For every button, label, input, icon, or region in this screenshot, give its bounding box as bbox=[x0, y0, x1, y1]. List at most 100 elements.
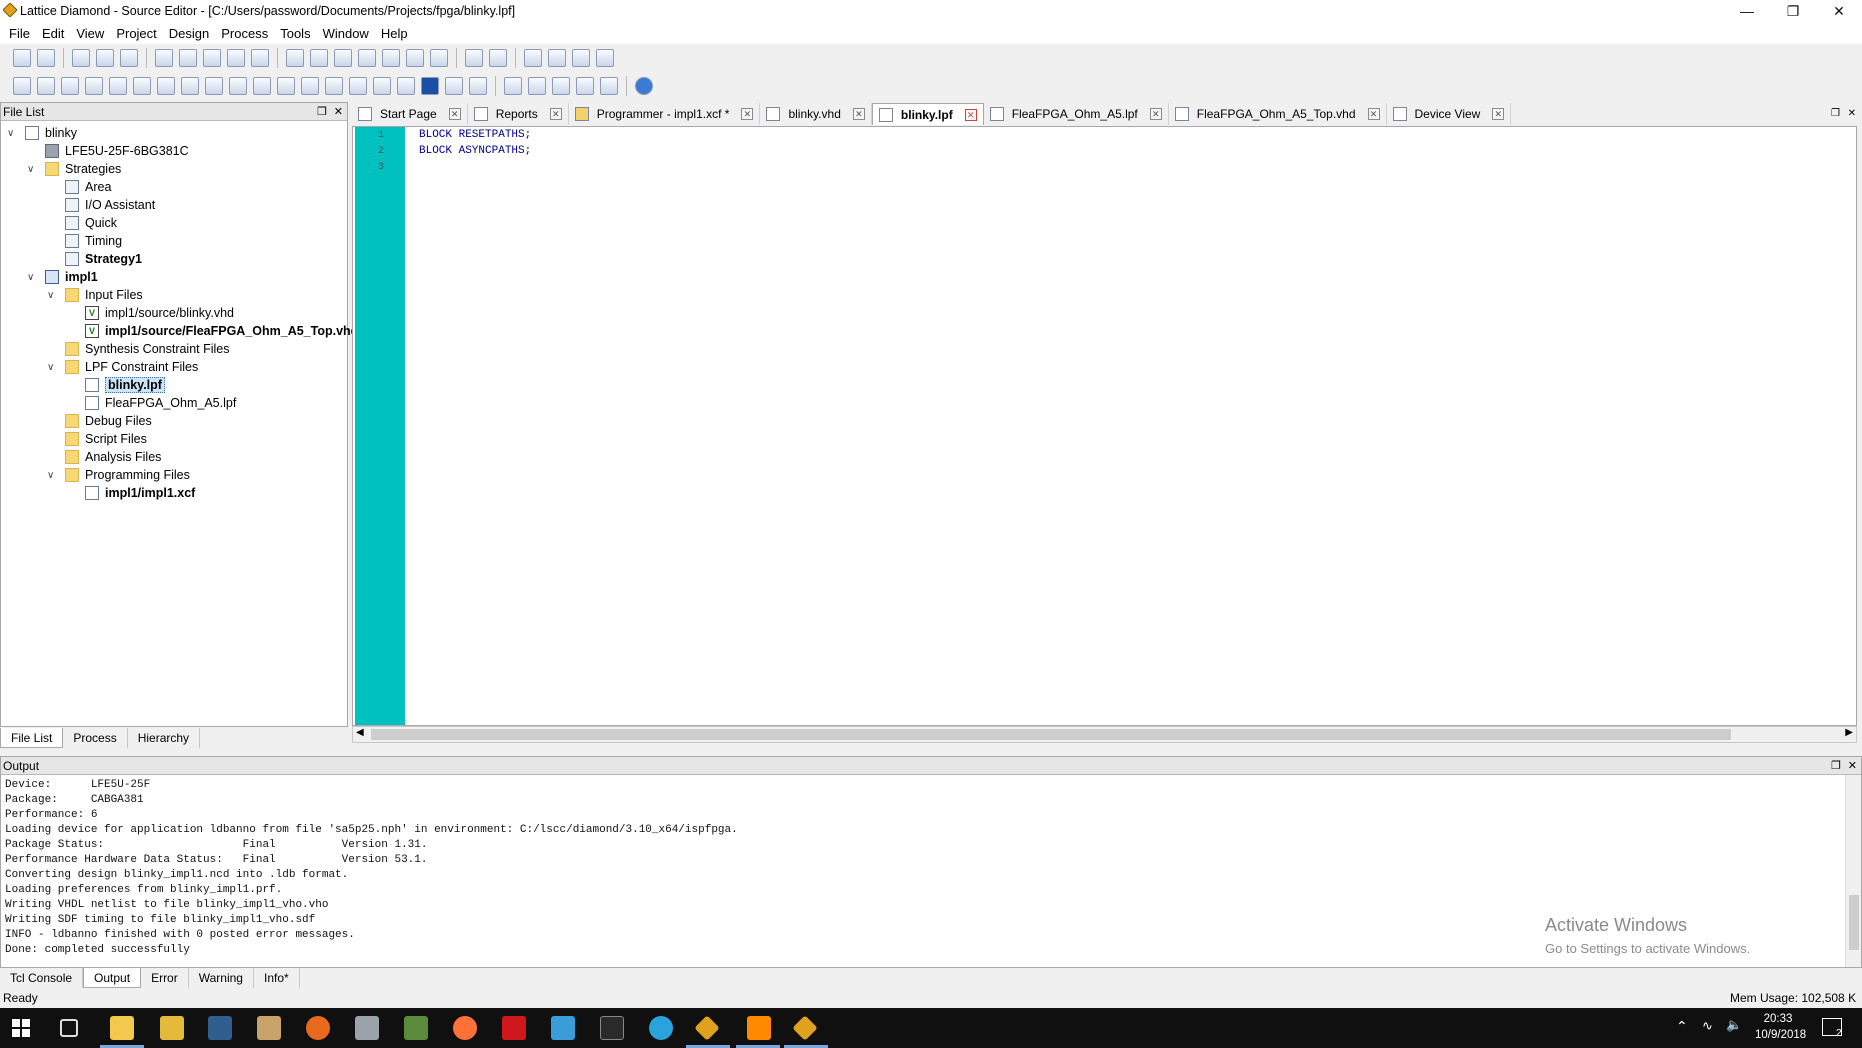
menu-window[interactable]: Window bbox=[320, 26, 378, 41]
tree-item-strategy-io[interactable]: I/O Assistant bbox=[65, 196, 155, 214]
tree-item-strategy-quick[interactable]: Quick bbox=[65, 214, 117, 232]
save-icon[interactable] bbox=[72, 49, 90, 67]
timing-analysis-icon[interactable] bbox=[109, 77, 127, 95]
physical-view-icon[interactable] bbox=[85, 77, 103, 95]
layout-4-icon[interactable] bbox=[576, 77, 594, 95]
show-hidden-icons-icon[interactable]: ⌃ bbox=[1676, 1018, 1688, 1035]
paste-icon[interactable] bbox=[251, 49, 269, 67]
zoom-area-icon[interactable] bbox=[430, 49, 448, 67]
undo-icon[interactable] bbox=[155, 49, 173, 67]
taskbar-app-icon[interactable] bbox=[355, 1016, 379, 1040]
step-icon[interactable] bbox=[548, 49, 566, 67]
close-tab-icon[interactable]: ✕ bbox=[1367, 108, 1380, 120]
tab-file-list[interactable]: File List bbox=[0, 728, 64, 748]
netlist-view-icon[interactable] bbox=[37, 77, 55, 95]
tree-item-strategy-timing[interactable]: Timing bbox=[65, 232, 122, 250]
tree-item-synthesis-constraints[interactable]: Synthesis Constraint Files bbox=[65, 340, 230, 358]
ipexpress-icon[interactable] bbox=[157, 77, 175, 95]
file-explorer-icon[interactable] bbox=[110, 1016, 134, 1040]
find-icon[interactable] bbox=[286, 49, 304, 67]
spreadsheet-view-icon[interactable] bbox=[13, 77, 31, 95]
terminal-icon[interactable] bbox=[600, 1016, 624, 1040]
layout-2-icon[interactable] bbox=[528, 77, 546, 95]
tree-item-impl1-xcf[interactable]: impl1/impl1.xcf bbox=[85, 484, 195, 502]
menu-file[interactable]: File bbox=[6, 26, 39, 41]
minimize-button[interactable]: — bbox=[1724, 0, 1770, 22]
editor-undock-icon[interactable]: ❐ bbox=[1831, 108, 1840, 119]
zoom-out-icon[interactable] bbox=[382, 49, 400, 67]
tab-error[interactable]: Error bbox=[141, 968, 189, 988]
close-tab-icon[interactable]: ✕ bbox=[741, 108, 754, 120]
taskbar-app-icon[interactable] bbox=[306, 1016, 330, 1040]
chevron-down-icon[interactable]: ∨ bbox=[7, 128, 17, 139]
stop-icon[interactable] bbox=[596, 49, 614, 67]
menu-design[interactable]: Design bbox=[166, 26, 218, 41]
tree-item-lpf-constraints[interactable]: ∨ LPF Constraint Files bbox=[47, 358, 198, 376]
taskbar-app-icon[interactable] bbox=[257, 1016, 281, 1040]
layout-3-icon[interactable] bbox=[552, 77, 570, 95]
new-file-icon[interactable] bbox=[13, 49, 31, 67]
tree-item-strategies[interactable]: ∨ Strategies bbox=[27, 160, 121, 178]
tree-item-impl1[interactable]: ∨ impl1 bbox=[27, 268, 98, 286]
tab-reports[interactable]: Reports ✕ bbox=[468, 103, 569, 125]
undock-icon[interactable]: ❐ bbox=[317, 103, 327, 121]
taskbar-app-icon[interactable] bbox=[160, 1016, 184, 1040]
taskbar-app-icon[interactable] bbox=[208, 1016, 232, 1040]
tree-item-strategy-area[interactable]: Area bbox=[65, 178, 111, 196]
menu-edit[interactable]: Edit bbox=[39, 26, 73, 41]
run-icon[interactable] bbox=[524, 49, 542, 67]
text-a-icon[interactable] bbox=[421, 77, 439, 95]
lattice-programmer-icon[interactable] bbox=[792, 1015, 818, 1041]
settings-icon[interactable] bbox=[489, 49, 507, 67]
clock-date[interactable]: 10/9/2018 bbox=[1755, 1029, 1806, 1041]
taskbar-app-icon[interactable] bbox=[551, 1016, 575, 1040]
tree-item-top-vhd[interactable]: Vimpl1/source/FleaFPGA_Ohm_A5_Top.vhd bbox=[85, 322, 358, 340]
clarity-designer-icon[interactable] bbox=[325, 77, 343, 95]
rerun-icon[interactable] bbox=[572, 49, 590, 67]
chevron-down-icon[interactable]: ∨ bbox=[47, 362, 57, 373]
windows-start-icon[interactable] bbox=[12, 1019, 30, 1037]
cut-icon[interactable] bbox=[203, 49, 221, 67]
tree-item-fleafpga-lpf[interactable]: FleaFPGA_Ohm_A5.lpf bbox=[85, 394, 236, 412]
layout-1-icon[interactable] bbox=[504, 77, 522, 95]
tab-hierarchy[interactable]: Hierarchy bbox=[128, 728, 201, 748]
tab-fleafpga-top-vhd[interactable]: FleaFPGA_Ohm_A5_Top.vhd ✕ bbox=[1169, 103, 1387, 125]
scroll-left-icon[interactable]: ◀ bbox=[356, 727, 364, 738]
menu-project[interactable]: Project bbox=[113, 26, 165, 41]
source-editor[interactable]: 1 2 3 BLOCK RESETPATHS; BLOCK ASYNCPATHS… bbox=[352, 126, 1857, 726]
tab-tcl-console[interactable]: Tcl Console bbox=[0, 968, 84, 988]
clock-time[interactable]: 20:33 bbox=[1755, 1013, 1801, 1025]
acrobat-icon[interactable] bbox=[502, 1016, 526, 1040]
pen-icon[interactable] bbox=[469, 77, 487, 95]
volume-icon[interactable]: 🔈 bbox=[1726, 1017, 1742, 1033]
power-calculator-icon[interactable] bbox=[133, 77, 151, 95]
sso-analyzer-icon[interactable] bbox=[349, 77, 367, 95]
code-line[interactable]: BLOCK RESETPATHS; bbox=[419, 129, 531, 141]
tab-device-view[interactable]: Device View ✕ bbox=[1387, 103, 1512, 125]
chevron-down-icon[interactable]: ∨ bbox=[47, 290, 57, 301]
open-file-icon[interactable] bbox=[37, 49, 55, 67]
tree-item-analysis-files[interactable]: Analysis Files bbox=[65, 448, 161, 466]
task-view-icon[interactable] bbox=[60, 1019, 78, 1037]
restore-button[interactable]: ❐ bbox=[1770, 0, 1816, 22]
find-next-icon[interactable] bbox=[310, 49, 328, 67]
lattice-diamond-icon[interactable] bbox=[694, 1015, 720, 1041]
tab-warning[interactable]: Warning bbox=[189, 968, 254, 988]
tab-blinky-lpf[interactable]: blinky.lpf ✕ bbox=[871, 103, 984, 125]
floorplan-view-icon[interactable] bbox=[61, 77, 79, 95]
tab-process[interactable]: Process bbox=[63, 728, 128, 748]
chevron-down-icon[interactable]: ∨ bbox=[27, 164, 37, 175]
menu-view[interactable]: View bbox=[73, 26, 113, 41]
replace-icon[interactable] bbox=[334, 49, 352, 67]
tree-item-debug-files[interactable]: Debug Files bbox=[65, 412, 152, 430]
redo-icon[interactable] bbox=[179, 49, 197, 67]
close-panel-icon[interactable]: ✕ bbox=[334, 103, 343, 121]
tree-item-script-files[interactable]: Script Files bbox=[65, 430, 147, 448]
scroll-right-icon[interactable]: ▶ bbox=[1845, 727, 1853, 738]
simulation-wizard-icon[interactable] bbox=[229, 77, 247, 95]
close-tab-icon[interactable]: ✕ bbox=[1492, 108, 1505, 120]
output-vertical-scrollbar[interactable] bbox=[1845, 775, 1861, 967]
gear-icon[interactable] bbox=[445, 77, 463, 95]
close-tab-icon[interactable]: ✕ bbox=[964, 108, 977, 121]
tab-fleafpga-lpf[interactable]: FleaFPGA_Ohm_A5.lpf ✕ bbox=[984, 103, 1169, 125]
